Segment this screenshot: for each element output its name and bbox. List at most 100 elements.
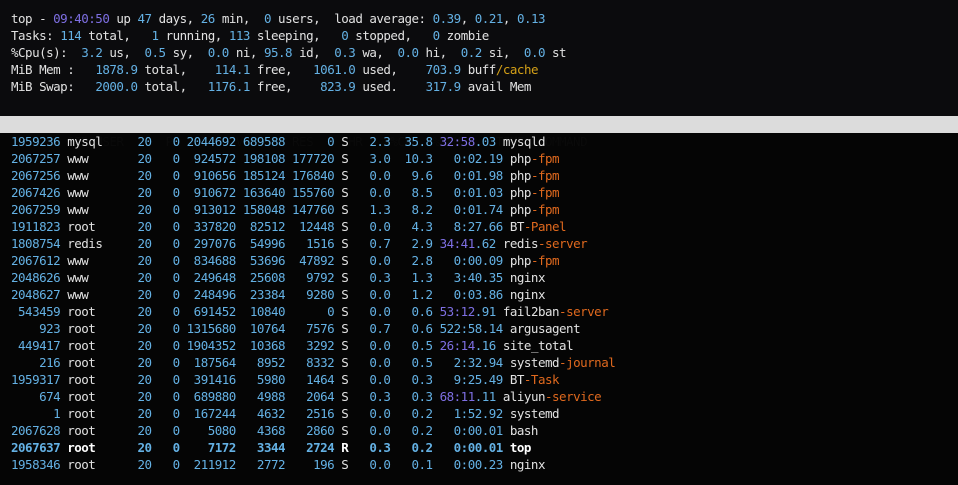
text-segment: root [60,389,130,404]
text-segment: 0.0 1.2 0:03.86 [355,287,503,302]
text-segment: S [334,168,355,183]
uptime-line: top - 09:40:50 up 47 days, 26 min, 0 use… [11,10,958,27]
text-segment: 317.9 [426,79,461,94]
text-segment: free, [250,79,320,94]
text-segment: 2067426 [11,185,60,200]
text-segment: 0.0 8.5 0:01.03 [355,185,503,200]
text-segment: S [334,270,355,285]
text-segment: si, [482,45,524,60]
text-segment: www [60,168,130,183]
text-segment: 20 0 924572 198108 177720 [130,151,334,166]
text-segment: root [60,406,130,421]
text-segment: S [334,219,355,234]
text-segment: 0.0 [524,45,545,60]
text-segment: 0.3 0.3 [355,389,432,404]
text-segment: -server [559,304,608,319]
text-segment: 20 0 211912 2772 196 [130,457,334,472]
process-row: 2067257 www 20 0 924572 198108 177720 S … [11,150,958,167]
text-segment: S [334,406,355,421]
text-segment: days, [152,11,201,26]
process-row: 2048626 www 20 0 249648 25608 9792 S 0.3… [11,269,958,286]
text-segment: php [503,253,531,268]
text-segment: S [334,355,355,370]
text-segment: -fpm [531,185,559,200]
text-segment: 0.2 [461,45,482,60]
process-row: 1959236 mysql 20 0 2044692 689588 0 S 2.… [11,133,958,150]
process-row: 2067256 www 20 0 910656 185124 176840 S … [11,167,958,184]
text-segment: .03 [475,134,496,149]
text-segment: 20 0 297076 54996 1516 [130,236,334,251]
text-segment: 0.0 0.6 [355,304,432,319]
text-segment: .11 [475,389,496,404]
text-segment: 923 [11,321,60,336]
process-row: 2067259 www 20 0 913012 158048 147760 S … [11,201,958,218]
process-row: 2067612 www 20 0 834688 53696 47892 S 0.… [11,252,958,269]
text-segment: , [503,11,517,26]
text-segment: 2067637 [11,440,60,455]
text-segment: Tasks: [11,28,60,43]
text-segment: S [334,321,355,336]
text-segment: 823.9 [320,79,355,94]
text-segment: root [60,440,130,455]
text-segment: 1878.9 [95,62,137,77]
process-rows: 1959236 mysql 20 0 2044692 689588 0 S 2.… [0,133,958,473]
text-segment: buff [461,62,496,77]
terminal-window[interactable]: top - 09:40:50 up 47 days, 26 min, 0 use… [0,0,958,485]
text-segment: php [503,168,531,183]
text-segment: 2067256 [11,168,60,183]
text-segment: systemd [503,406,559,421]
text-segment: 20 0 5080 4368 2860 [130,423,334,438]
text-segment: 0.0 [397,45,418,60]
text-segment: 114.1 [215,62,250,77]
text-segment: argusagent [503,321,580,336]
text-segment: 20 0 689880 4988 2064 [130,389,334,404]
text-segment: total, [81,28,151,43]
text-segment: total, [137,79,207,94]
text-segment: www [60,151,130,166]
text-segment: 2.3 35.8 [355,134,432,149]
text-segment: -journal [559,355,615,370]
text-segment: 26 [201,11,215,26]
text-segment: 20 0 910656 185124 176840 [130,168,334,183]
text-segment: 20 0 691452 10840 0 [130,304,334,319]
text-segment: st [545,45,566,60]
text-segment: up [109,11,137,26]
text-segment: S [334,423,355,438]
text-segment: 53:12 [433,304,475,319]
text-segment: site_total [496,338,573,353]
text-segment: 20 0 1904352 10368 3292 [130,338,334,353]
text-segment: systemd [503,355,559,370]
text-segment: 0.0 0.1 0:00.23 [355,457,503,472]
text-segment: -service [545,389,601,404]
text-segment: S [334,134,355,149]
text-segment: 216 [11,355,60,370]
text-segment: 0.3 [334,45,355,60]
text-segment: used, [355,62,425,77]
text-segment: .91 [475,304,496,319]
text-segment: 1911823 [11,219,60,234]
process-row: 1958346 root 20 0 211912 2772 196 S 0.0 … [11,456,958,473]
text-segment: 20 0 248496 23384 9280 [130,287,334,302]
text-segment: , [461,11,475,26]
process-row: 216 root 20 0 187564 8952 8332 S 0.0 0.5… [11,354,958,371]
cpu-line: %Cpu(s): 3.2 us, 0.5 sy, 0.0 ni, 95.8 id… [11,44,958,61]
text-segment: 2067259 [11,202,60,217]
text-segment: 449417 [11,338,60,353]
text-segment: root [60,304,130,319]
text-segment: fail2ban [496,304,559,319]
text-segment: min, [215,11,264,26]
mem-line: MiB Mem : 1878.9 total, 114.1 free, 1061… [11,61,958,78]
text-segment: 0.0 [208,45,229,60]
text-segment: wa, [355,45,397,60]
text-segment: 20 0 913012 158048 147760 [130,202,334,217]
text-segment: root [60,338,130,353]
text-segment: S [334,389,355,404]
text-segment: .16 [475,338,496,353]
process-row: 543459 root 20 0 691452 10840 0 S 0.0 0.… [11,303,958,320]
text-segment: nginx [503,270,545,285]
text-segment: -server [538,236,587,251]
text-segment: ni, [229,45,264,60]
text-segment: 1958346 [11,457,60,472]
text-segment: used. [355,79,425,94]
text-segment: 2048627 [11,287,60,302]
